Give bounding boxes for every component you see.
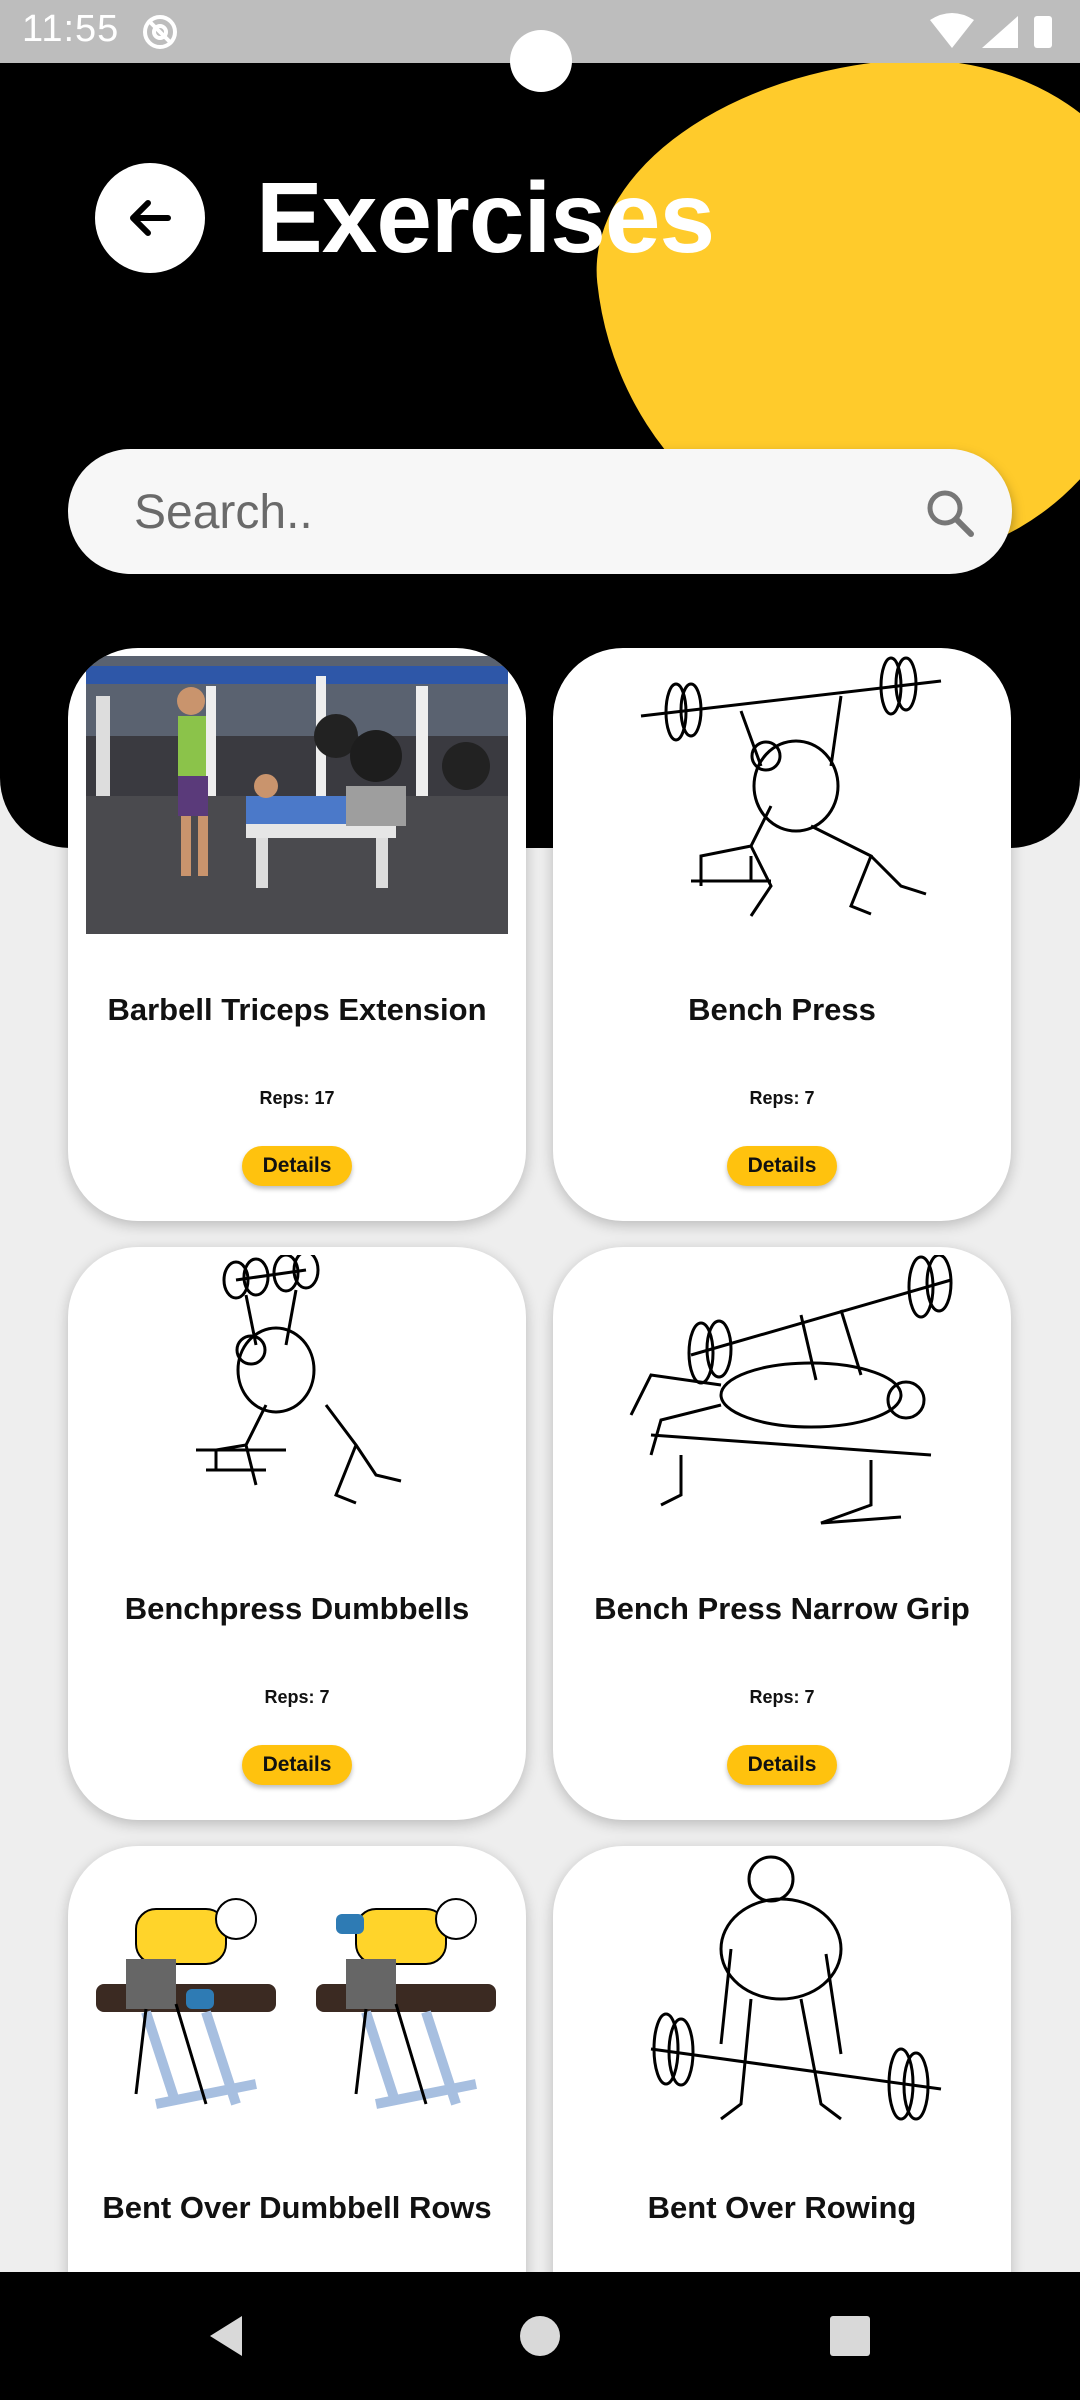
exercise-title: Bent Over Dumbbell Rows	[102, 2190, 492, 2225]
details-button[interactable]: Details	[727, 1745, 837, 1785]
exercise-title: Bench Press Narrow Grip	[594, 1591, 970, 1626]
exercise-illustration	[196, 1255, 402, 1505]
search-input[interactable]	[134, 477, 894, 547]
battery-icon	[1034, 16, 1052, 48]
exercise-illustration	[96, 1898, 496, 2109]
wifi-icon	[930, 13, 974, 48]
exercise-card[interactable]: Benchpress Dumbbells Reps: 7 Details	[68, 1247, 526, 1820]
system-nav-bar	[0, 2272, 1080, 2400]
exercise-illustration	[640, 656, 942, 917]
nav-back-icon[interactable]	[198, 2308, 254, 2364]
details-button[interactable]: Details	[727, 1146, 837, 1186]
exercise-reps: Reps: 7	[749, 1687, 815, 1707]
nav-home-icon[interactable]	[512, 2308, 568, 2364]
exercise-illustration	[629, 1255, 953, 1525]
exercise-card[interactable]: Bench Press Reps: 7 Details	[553, 648, 1011, 1221]
exercise-title: Bent Over Rowing	[647, 2190, 917, 2225]
status-time: 11:55	[22, 8, 120, 50]
search-icon[interactable]	[924, 487, 976, 539]
exercise-title: Bench Press	[688, 992, 876, 1027]
exercise-reps: Reps: 7	[264, 1687, 330, 1707]
back-arrow-icon	[130, 200, 171, 236]
sync-off-icon	[143, 15, 177, 49]
exercise-illustration	[650, 1855, 942, 2121]
page-title: Exercises	[256, 162, 715, 274]
signal-icon	[982, 16, 1018, 48]
details-button[interactable]: Details	[242, 1146, 352, 1186]
details-button[interactable]: Details	[242, 1745, 352, 1785]
exercise-card[interactable]: Barbell Triceps Extension Reps: 17 Detai…	[68, 648, 526, 1221]
nav-recent-icon[interactable]	[822, 2308, 878, 2364]
exercise-reps: Reps: 7	[749, 1088, 815, 1108]
exercise-card[interactable]: Bench Press Narrow Grip Reps: 7 Details	[553, 1247, 1011, 1820]
exercise-title: Barbell Triceps Extension	[107, 992, 487, 1027]
search-box[interactable]	[68, 449, 1012, 574]
camera-cutout	[510, 30, 572, 92]
exercise-title: Benchpress Dumbbells	[124, 1591, 470, 1626]
exercise-reps: Reps: 17	[259, 1088, 335, 1108]
status-icons	[930, 13, 1052, 48]
exercise-photo	[86, 656, 508, 934]
back-button[interactable]	[95, 163, 205, 273]
